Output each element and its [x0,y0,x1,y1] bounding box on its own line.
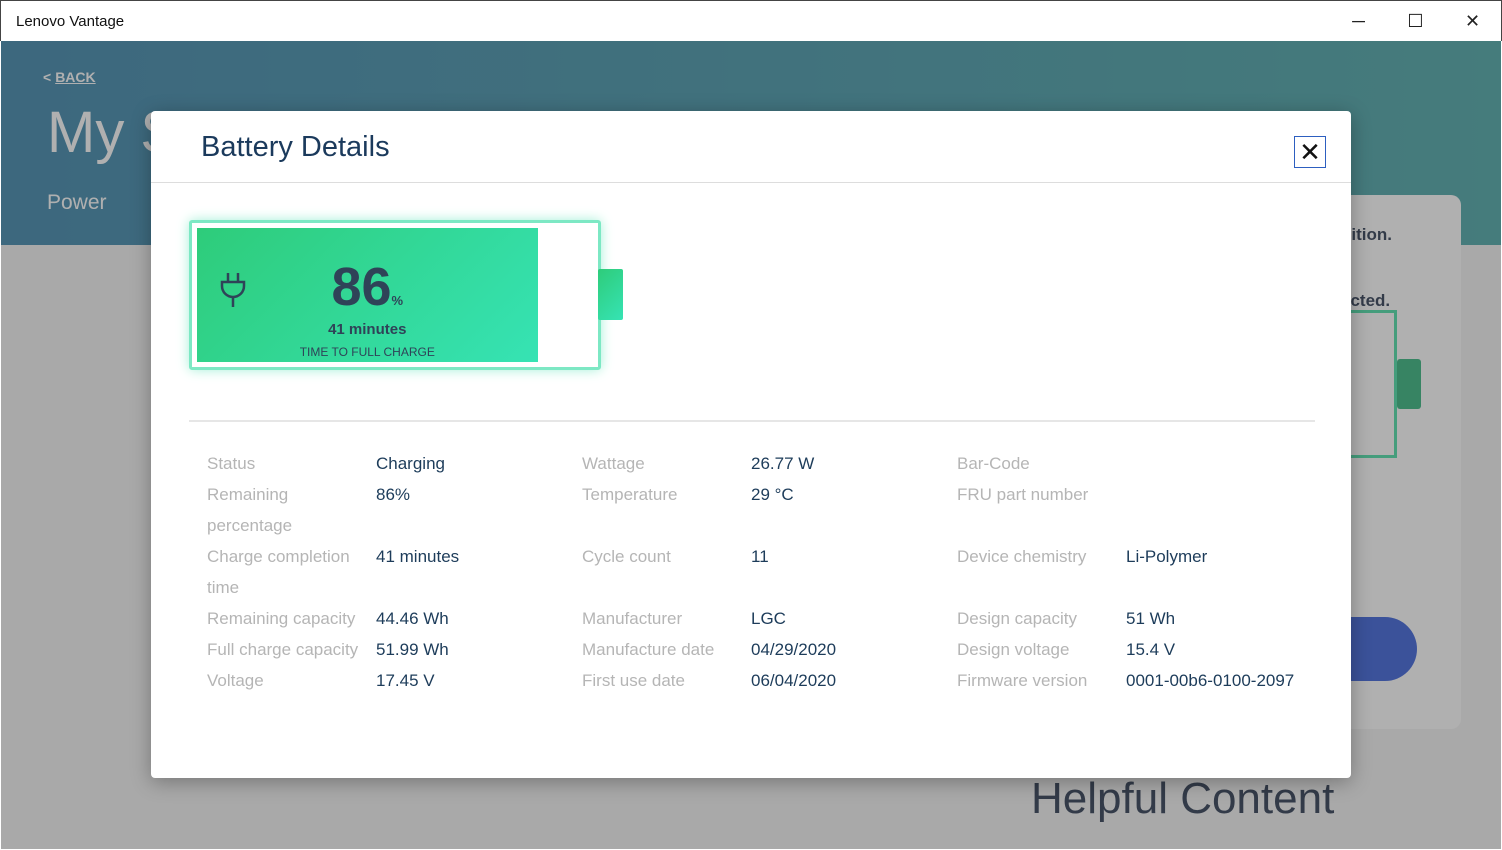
detail-value: Charging [376,454,445,473]
detail-label: First use date [582,671,685,690]
battery-gauge: 86% 41 minutes TIME TO FULL CHARGE [189,220,601,370]
detail-label: Firmware version [957,671,1088,690]
detail-value: 51.99 Wh [376,640,449,659]
title-bar: Lenovo Vantage ─ ☐ ✕ [0,0,1502,41]
detail-value: 11 [751,547,769,566]
divider [151,182,1351,183]
detail-label: Bar-Code [957,454,1030,473]
divider [189,420,1315,422]
detail-label: Full charge capacity [207,640,359,659]
maximize-button[interactable]: ☐ [1387,1,1444,42]
detail-label: Device chemistry [957,547,1087,566]
window-title: Lenovo Vantage [16,13,125,30]
detail-label: Wattage [582,454,645,473]
time-to-full: 41 minutes [328,321,407,338]
detail-value: LGC [751,609,786,628]
detail-value: 26.77 W [751,454,815,473]
detail-label: Design voltage [957,640,1070,659]
battery-details-dialog: Battery Details ✕ 86% 41 minutes TIME TO… [151,111,1351,778]
detail-value: Li-Polymer [1126,547,1208,566]
detail-value: 29 °C [751,485,794,504]
detail-value [1126,448,1326,479]
battery-tip [598,269,623,320]
detail-value: 44.46 Wh [376,609,449,628]
detail-label: Temperature [582,485,678,504]
percent-number: 86 [331,257,392,317]
detail-value: 0001-00b6-0100-2097 [1126,671,1295,690]
detail-value: 41 minutes [376,547,460,566]
detail-value: 17.45 V [376,671,435,690]
detail-label: Status [207,454,256,473]
detail-label: Manufacturer [582,609,683,628]
detail-label: Voltage [207,671,264,690]
detail-label: Cycle count [582,547,671,566]
detail-value: 15.4 V [1126,640,1176,659]
percent-sign: % [391,293,404,308]
battery-percentage: 86% [197,256,538,318]
close-dialog-button[interactable]: ✕ [1294,136,1326,168]
detail-label: Manufacture date [582,640,715,659]
detail-label: Remaining capacity [207,609,356,628]
app-content: < BACK My S Power dition. ected. Helpful … [1,41,1501,849]
time-to-full-label: TIME TO FULL CHARGE [299,345,435,359]
detail-value: 04/29/2020 [751,640,837,659]
detail-label: Remaining percentage [207,485,293,535]
close-window-button[interactable]: ✕ [1444,1,1501,42]
detail-value: 06/04/2020 [751,671,837,690]
battery-details-table: Status Charging Wattage 26.77 W Bar-Code Rema… [207,448,1326,696]
detail-value: 86% [376,485,411,504]
dialog-title: Battery Details [201,131,390,163]
detail-value: 51 Wh [1126,609,1176,628]
detail-value [1126,479,1326,541]
battery-fill: 86% 41 minutes TIME TO FULL CHARGE [197,228,538,362]
detail-label: Design capacity [957,609,1078,628]
minimize-button[interactable]: ─ [1330,1,1387,42]
detail-label: Charge completion time [207,547,350,597]
detail-label: FRU part number [957,485,1089,504]
